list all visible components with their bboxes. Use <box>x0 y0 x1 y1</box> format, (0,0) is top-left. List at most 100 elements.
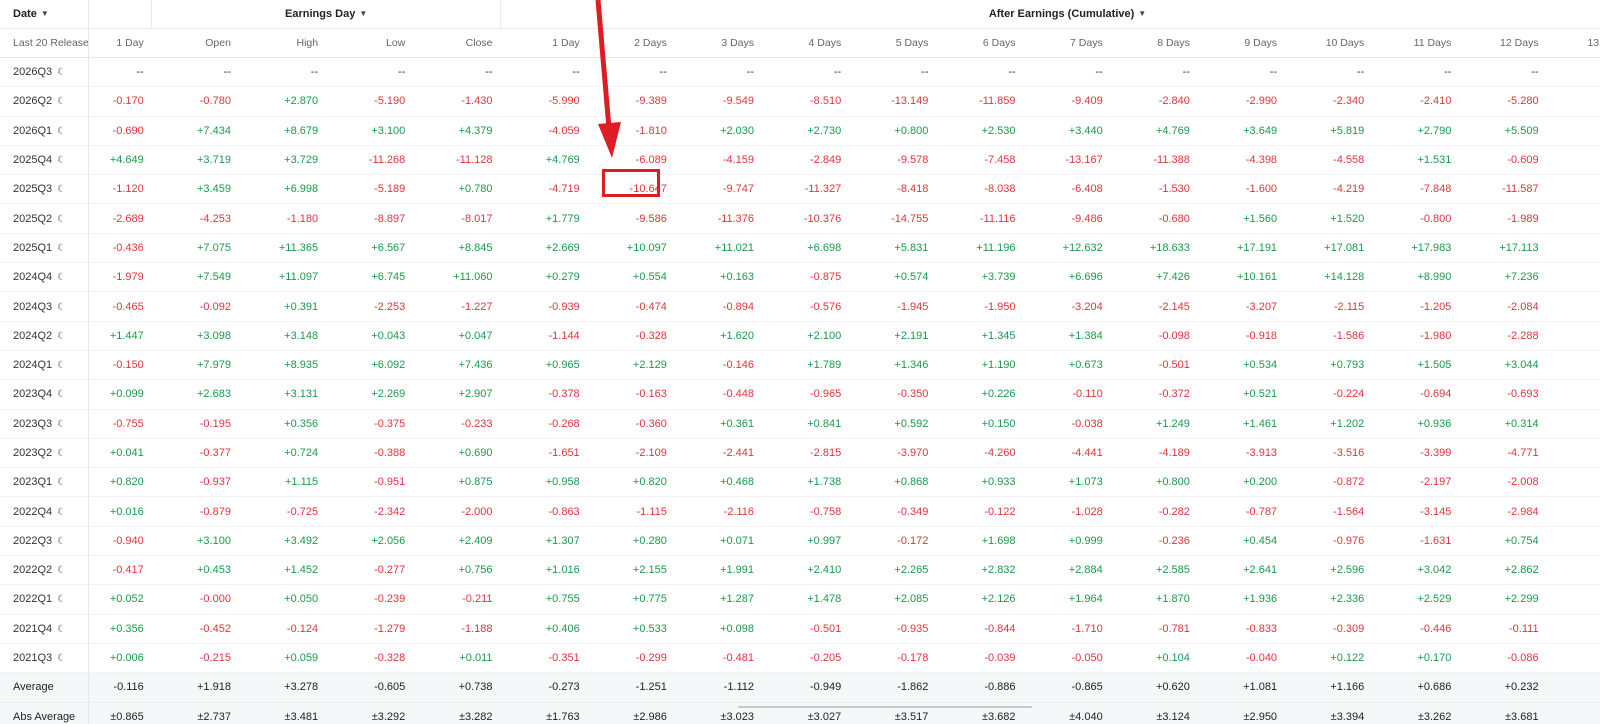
table-cell: -- <box>326 57 414 88</box>
table-cell: -1.586 <box>1285 321 1373 351</box>
table-cell: +7.236 <box>1459 262 1547 293</box>
header-spacer <box>88 0 153 29</box>
release-label: 2024Q1 ☾ <box>0 350 89 381</box>
table-cell: +2.129 <box>587 350 675 381</box>
table-cell: +5. <box>1546 350 1600 381</box>
moon-icon: ☾ <box>57 418 67 430</box>
table-cell: -3.204 <box>1023 291 1111 322</box>
table-cell: -0.000 <box>151 584 239 615</box>
column-header[interactable]: Close <box>413 28 501 58</box>
table-row: 2025Q4 ☾ +4.649 +3.719 +3.729 -11.268 -11.128 +… <box>0 145 1600 176</box>
column-header[interactable]: 5 Days <box>849 28 937 58</box>
column-header[interactable]: 1 Day <box>88 28 152 58</box>
table-cell: +0.620 <box>1110 672 1198 703</box>
table-cell: -1.112 <box>674 672 763 703</box>
table-cell: -0.163 <box>587 379 675 410</box>
table-cell: -0.178 <box>849 643 937 674</box>
table-cell: ±4. <box>1546 702 1600 724</box>
table-cell: +1.166 <box>1285 672 1373 703</box>
column-header[interactable]: 12 Days <box>1459 28 1547 58</box>
release-label: 2022Q3 ☾ <box>0 526 89 557</box>
table-cell: +1.202 <box>1285 409 1373 439</box>
table-cell: +0.521 <box>1197 379 1286 410</box>
table-cell: +1.698 <box>936 526 1024 557</box>
table-cell: -0.224 <box>1285 379 1373 410</box>
table-cell: -- <box>936 57 1024 88</box>
table-cell: -0.277 <box>326 555 414 586</box>
table-cell: -0.787 <box>1197 496 1286 527</box>
table-cell: +0.099 <box>88 379 152 410</box>
table-row: 2022Q1 ☾ +0.052 -0.000 +0.050 -0.239 -0.211 +0.… <box>0 584 1600 615</box>
table-cell: +0.361 <box>674 409 763 439</box>
table-cell: -13.167 <box>1023 145 1111 176</box>
table-cell: +0.738 <box>413 672 501 703</box>
column-header[interactable]: Open <box>151 28 239 58</box>
table-cell: -1.600 <box>1197 174 1286 205</box>
column-header[interactable]: 1 Day <box>500 28 588 58</box>
table-cell: +11.196 <box>936 233 1024 264</box>
table-cell: +0. <box>1546 672 1600 703</box>
table-cell: -0.150 <box>88 350 152 381</box>
table-cell: +1.964 <box>1023 584 1111 615</box>
summary-row: Average -0.116 +1.918 +3.278 -0.605 +0.738 -0.… <box>0 672 1600 703</box>
table-cell: -0.680 <box>1110 203 1198 234</box>
table-cell: -3.970 <box>849 438 937 469</box>
table-cell: -0.725 <box>238 496 327 527</box>
table-cell: +0.356 <box>238 409 327 439</box>
date-header[interactable]: Date ▼ <box>0 0 89 29</box>
table-cell: -4.189 <box>1110 438 1198 469</box>
earnings-day-header[interactable]: Earnings Day ▼ <box>151 0 502 29</box>
column-header[interactable]: 2 Days <box>587 28 675 58</box>
table-cell: -4.219 <box>1285 174 1373 205</box>
column-header[interactable]: Low <box>326 28 414 58</box>
table-cell: -0.939 <box>500 291 588 322</box>
after-earnings-header[interactable]: After Earnings (Cumulative) ▼ <box>500 0 1600 29</box>
table-cell: -0.350 <box>849 379 937 410</box>
table-cell: +2.336 <box>1285 584 1373 615</box>
table-cell: +3.739 <box>936 262 1024 293</box>
column-header[interactable]: 9 Days <box>1197 28 1286 58</box>
table-cell: -1.430 <box>413 86 501 117</box>
column-header[interactable]: 4 Days <box>762 28 850 58</box>
release-label: 2022Q1 ☾ <box>0 584 89 615</box>
column-header[interactable]: 3 Days <box>674 28 763 58</box>
column-header[interactable]: 8 Days <box>1110 28 1198 58</box>
table-cell: +2.265 <box>849 555 937 586</box>
table-cell: -0.268 <box>500 409 588 439</box>
table-cell: +3.459 <box>151 174 239 205</box>
table-cell: +2.683 <box>151 379 239 410</box>
column-header[interactable]: 7 Days <box>1023 28 1111 58</box>
table-row: 2024Q1 ☾ -0.150 +7.979 +8.935 +6.092 +7.436 +0.… <box>0 350 1600 381</box>
row-label-text: 2022Q3 <box>13 534 53 547</box>
table-cell: -0.098 <box>1110 321 1198 351</box>
table-cell: -11.376 <box>674 203 763 234</box>
column-header[interactable]: High <box>238 28 327 58</box>
row-label-text: 2021Q3 <box>13 652 53 665</box>
moon-icon: ☾ <box>57 96 67 108</box>
table-cell: +0.756 <box>413 555 501 586</box>
table-cell: +8.935 <box>238 350 327 381</box>
column-header[interactable]: 6 Days <box>936 28 1024 58</box>
table-cell: ±4.040 <box>1023 702 1111 724</box>
table-cell: -2.145 <box>1110 291 1198 322</box>
column-header[interactable]: 10 Days <box>1285 28 1373 58</box>
column-header[interactable]: 13 Days <box>1546 28 1600 58</box>
table-cell: +0.280 <box>587 526 675 557</box>
table-cell: +0.104 <box>1110 643 1198 674</box>
table-cell: -0.935 <box>849 614 937 644</box>
table-cell: -0.110 <box>1023 379 1111 410</box>
table-cell: -2.253 <box>326 291 414 322</box>
row-label-text: 2023Q3 <box>13 417 53 430</box>
table-cell: -0.360 <box>587 409 675 439</box>
horizontal-scrollbar[interactable] <box>738 706 1032 708</box>
row-label-text: 2023Q1 <box>13 476 53 489</box>
release-column-header[interactable]: Last 20 Release <box>0 28 89 58</box>
table-cell: -2.410 <box>1372 86 1460 117</box>
table-cell: -0.694 <box>1372 379 1460 410</box>
table-cell: +2.056 <box>326 526 414 557</box>
release-label: 2022Q2 ☾ <box>0 555 89 586</box>
column-header[interactable]: 11 Days <box>1372 28 1460 58</box>
table-cell: -10.376 <box>762 203 850 234</box>
table-cell: -2.340 <box>1285 86 1373 117</box>
table-cell: -4.253 <box>151 203 239 234</box>
